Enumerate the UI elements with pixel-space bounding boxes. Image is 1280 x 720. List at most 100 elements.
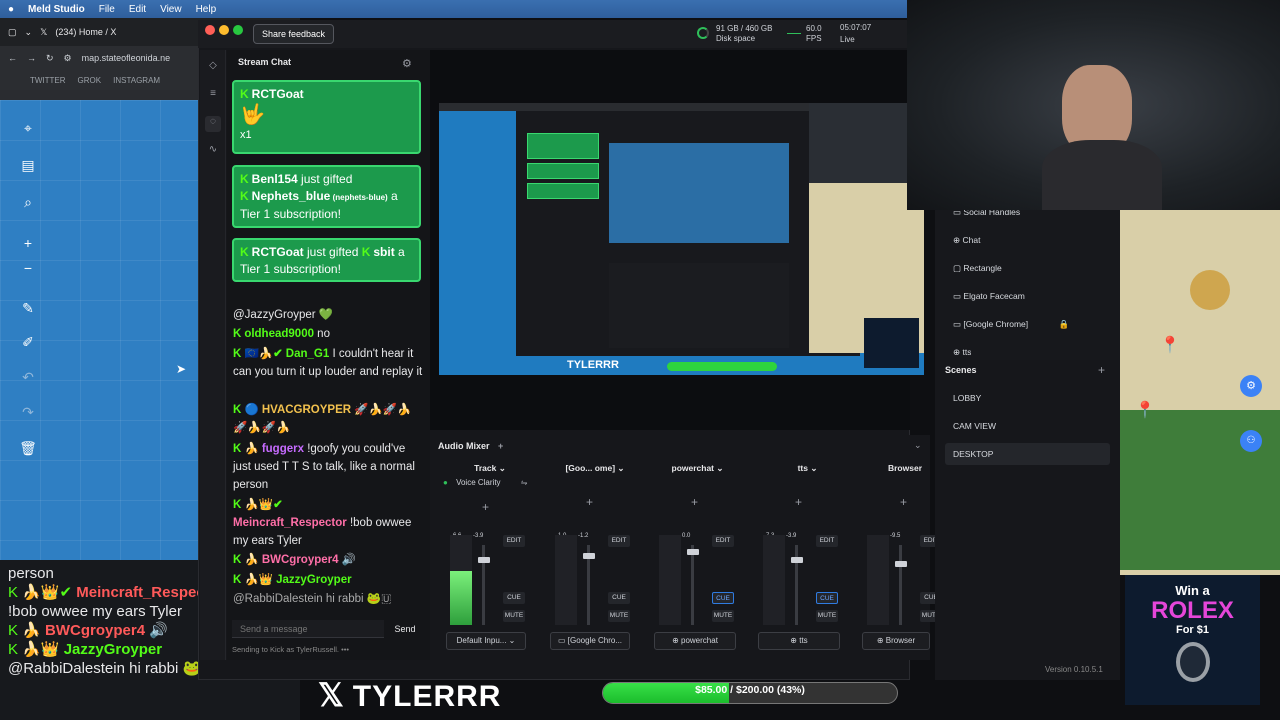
input-source-select-tts[interactable]: ⊕ tts: [758, 632, 840, 650]
reload-icon[interactable]: ↻: [46, 53, 54, 64]
maximize-window-button[interactable]: [233, 25, 243, 35]
cue-button[interactable]: CUE: [503, 592, 525, 604]
mute-button[interactable]: MUTE: [712, 610, 734, 622]
kick-badge-icon: K: [361, 245, 371, 259]
undo-icon[interactable]: ↶: [14, 365, 42, 389]
back-icon[interactable]: ←: [8, 53, 17, 63]
edit-button[interactable]: EDIT: [712, 535, 734, 547]
more-options-icon[interactable]: •••: [341, 645, 349, 654]
layers-icon[interactable]: ▤: [14, 153, 42, 177]
search-icon[interactable]: ⌕: [14, 190, 42, 214]
chat-message-input[interactable]: [232, 620, 384, 638]
volume-fader-knob[interactable]: [791, 557, 803, 563]
scene-desktop[interactable]: DESKTOP: [945, 443, 1110, 465]
input-source-select-track[interactable]: Default Inpu... ⌄: [446, 632, 526, 650]
redo-icon[interactable]: ↷: [14, 400, 42, 424]
cue-button[interactable]: CUE: [712, 592, 734, 604]
zoom-in-icon[interactable]: +: [14, 231, 42, 255]
volume-fader-knob[interactable]: [687, 549, 699, 555]
sidebar-toggle-icon[interactable]: ▢: [8, 27, 17, 38]
channel-name-google-chrome[interactable]: [Goo... ome] ⌄: [555, 463, 635, 474]
url-field[interactable]: map.stateofleonida.ne: [82, 53, 171, 63]
mute-button[interactable]: MUTE: [503, 610, 525, 622]
map-users-icon[interactable]: ⚇: [1240, 430, 1262, 452]
add-scene-icon[interactable]: +: [1098, 363, 1105, 377]
add-effect-browser-icon[interactable]: +: [900, 495, 907, 509]
site-info-icon[interactable]: ⚙: [64, 53, 72, 64]
trash-icon[interactable]: 🗑: [14, 436, 42, 460]
tab-dropdown-icon[interactable]: ⌄: [25, 27, 33, 38]
volume-fader-track[interactable]: [691, 545, 694, 625]
lock-icon[interactable]: 🔒: [1059, 319, 1070, 329]
volume-fader-track[interactable]: [899, 545, 902, 625]
add-effect-powerchat-icon[interactable]: +: [691, 495, 698, 509]
location-pin-icon[interactable]: ⌖: [14, 116, 42, 140]
channel-name-powerchat[interactable]: powerchat ⌄: [655, 463, 740, 474]
scene-lobby[interactable]: LOBBY: [945, 387, 1110, 409]
close-window-button[interactable]: [205, 25, 215, 35]
add-effect-track-icon[interactable]: +: [482, 500, 489, 514]
menu-edit[interactable]: Edit: [129, 4, 146, 15]
cue-button[interactable]: CUE: [608, 592, 630, 604]
chat-bubble-icon[interactable]: ◌: [205, 116, 221, 132]
volume-fader-knob[interactable]: [895, 561, 907, 567]
chat-send-button[interactable]: Send: [390, 620, 420, 638]
share-feedback-button[interactable]: Share feedback: [253, 24, 335, 44]
minimize-window-button[interactable]: [219, 25, 229, 35]
bookmark-instagram[interactable]: INSTAGRAM: [113, 76, 160, 85]
layer-elgato-facecam[interactable]: ▭ Elgato Facecam: [953, 291, 1025, 302]
preview-nested-mixer: [609, 263, 789, 348]
bookmark-grok[interactable]: GROK: [78, 76, 102, 85]
channel-name-tts[interactable]: tts ⌄: [770, 463, 845, 474]
layer-rectangle[interactable]: ▢ Rectangle: [953, 263, 1002, 274]
audio-wave-icon[interactable]: ∿: [205, 144, 221, 160]
layer-chat[interactable]: ⊕ Chat: [953, 235, 980, 246]
add-audio-source-icon[interactable]: +: [498, 441, 503, 451]
menu-file[interactable]: File: [99, 4, 115, 15]
volume-fader-knob[interactable]: [583, 553, 595, 559]
map-right-view[interactable]: 📍 📍 ⚙ ⚇: [1120, 210, 1280, 575]
menu-help[interactable]: Help: [196, 4, 217, 15]
diamond-icon[interactable]: ◇: [205, 60, 221, 76]
edit-button[interactable]: EDIT: [608, 535, 630, 547]
mute-button[interactable]: MUTE: [816, 610, 838, 622]
add-effect-tts-icon[interactable]: +: [795, 495, 802, 509]
voice-clarity-effect[interactable]: ● Voice Clarity ⇋: [443, 478, 527, 487]
cue-button[interactable]: CUE: [816, 592, 838, 604]
mixer-collapse-chevron-icon[interactable]: ⌄: [914, 440, 922, 451]
effect-settings-icon[interactable]: ⇋: [521, 478, 528, 487]
edit-button[interactable]: EDIT: [503, 535, 525, 547]
apple-icon[interactable]: ●: [8, 4, 14, 15]
input-source-select-browser[interactable]: ⊕ Browser: [862, 632, 930, 650]
channel-name-track[interactable]: Track ⌄: [450, 463, 530, 474]
input-source-select-powerchat[interactable]: ⊕ powerchat: [654, 632, 736, 650]
channel-name-browser[interactable]: Browser: [880, 463, 930, 473]
chat-message: K 🍌 BWCgroyper4 🔊: [233, 554, 357, 566]
scene-cam-view[interactable]: CAM VIEW: [945, 415, 1110, 437]
chat-settings-gear-icon[interactable]: ⚙: [402, 57, 412, 70]
bookmark-twitter[interactable]: TWITTER: [30, 76, 66, 85]
pen-icon[interactable]: ✐: [14, 330, 42, 354]
forward-icon[interactable]: →: [27, 53, 36, 63]
mute-button[interactable]: MUTE: [608, 610, 630, 622]
map-settings-icon[interactable]: ⚙: [1240, 375, 1262, 397]
edit-button[interactable]: EDIT: [816, 535, 838, 547]
db-readout: 0.0: [682, 533, 691, 539]
menubar-app-name[interactable]: Meld Studio: [28, 4, 85, 15]
browser-tab[interactable]: (234) Home / X: [55, 27, 116, 37]
chat-message: @RabbiDalestein hi rabbi 🐸🇺: [233, 593, 392, 605]
layer-tts[interactable]: ⊕ tts: [953, 347, 971, 355]
map-pin-icon[interactable]: 📍: [1160, 335, 1180, 355]
stream-preview[interactable]: TYLERRR: [439, 103, 924, 375]
volume-fader-knob[interactable]: [478, 557, 490, 563]
ruler-icon[interactable]: ✎: [14, 296, 42, 320]
menu-view[interactable]: View: [160, 4, 182, 15]
sending-as-label: Sending to Kick as TylerRussell. •••: [232, 645, 349, 654]
list-icon[interactable]: ≡: [205, 88, 221, 104]
zoom-out-icon[interactable]: −: [14, 256, 42, 280]
layer-google-chrome[interactable]: ▭ [Google Chrome] 🔒: [953, 319, 1069, 330]
input-source-select-chrome[interactable]: ▭ [Google Chro...: [550, 632, 630, 650]
streamer-shirt: [1042, 140, 1162, 210]
add-effect-chrome-icon[interactable]: +: [586, 495, 593, 509]
map-pin-icon[interactable]: 📍: [1135, 400, 1155, 420]
